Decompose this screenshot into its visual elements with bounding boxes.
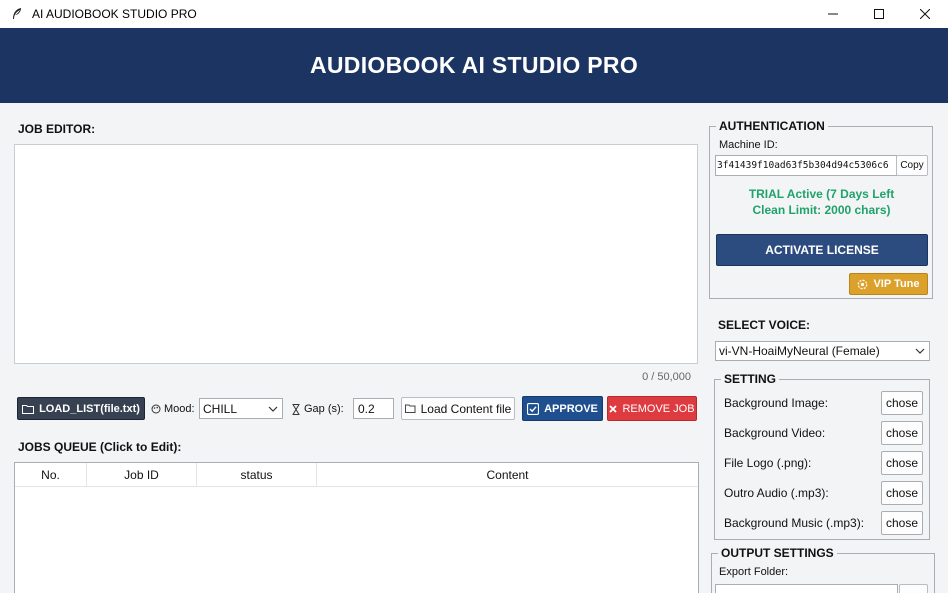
chevron-down-icon [915, 348, 925, 354]
mood-label: Mood: [164, 403, 195, 415]
background-music-chose-button[interactable]: chose [881, 511, 923, 535]
jobs-queue-label: JOBS QUEUE (Click to Edit): [18, 440, 182, 454]
file-logo-chose-button[interactable]: chose [881, 451, 923, 475]
folder-icon [22, 404, 35, 414]
trial-status-line-2: Clean Limit: 2000 chars) [752, 203, 891, 217]
vip-tune-label: VIP Tune [873, 278, 920, 290]
background-music-label: Background Music (.mp3): [724, 516, 865, 530]
load-list-label: LOAD_LIST(file.txt) [39, 402, 140, 415]
copy-button[interactable]: Copy [896, 155, 928, 176]
gap-input[interactable]: 0.2 [353, 398, 394, 419]
load-content-label: Load Content file [420, 401, 512, 416]
close-icon [920, 9, 930, 19]
outro-audio-label: Outro Audio (.mp3): [724, 486, 829, 500]
load-content-button[interactable]: Load Content file [401, 397, 515, 420]
minimize-icon [828, 13, 838, 15]
remove-job-label: REMOVE JOB [622, 402, 695, 415]
activate-license-button[interactable]: ACTIVATE LICENSE [716, 234, 928, 266]
column-header-content[interactable]: Content [317, 463, 698, 486]
remove-job-button[interactable]: REMOVE JOB [607, 396, 697, 421]
hourglass-icon [292, 403, 300, 415]
job-editor-textarea[interactable] [14, 144, 698, 364]
app-banner: AUDIOBOOK AI STUDIO PRO [0, 28, 948, 103]
window-title: AI AUDIOBOOK STUDIO PRO [32, 7, 197, 21]
chevron-down-icon [268, 406, 278, 412]
app-banner-title: AUDIOBOOK AI STUDIO PRO [309, 52, 639, 78]
export-folder-browse-button[interactable] [899, 584, 928, 593]
background-image-label: Background Image: [724, 396, 829, 410]
background-video-label: Background Video: [724, 426, 826, 440]
file-logo-label: File Logo (.png): [724, 456, 812, 470]
close-button[interactable] [902, 0, 948, 28]
export-folder-label: Export Folder: [719, 566, 789, 578]
machine-id-field[interactable]: 3f41439f10ad63f5b304d94c5306c6 [715, 155, 897, 176]
approve-button[interactable]: APPROVE [522, 396, 603, 421]
column-header-status[interactable]: status [197, 463, 317, 486]
column-header-job-id[interactable]: Job ID [87, 463, 197, 486]
open-folder-icon [404, 404, 416, 413]
background-video-chose-button[interactable]: chose [881, 421, 923, 445]
gap-label-group: Gap (s): [292, 401, 344, 417]
job-editor-label: JOB EDITOR: [18, 122, 96, 136]
mood-select[interactable]: CHILL [199, 398, 283, 419]
column-header-no[interactable]: No. [15, 463, 87, 486]
mood-label-group: Mood: [151, 401, 195, 417]
char-count: 0 / 50,000 [642, 371, 691, 383]
select-voice-label: SELECT VOICE: [718, 318, 811, 332]
outro-audio-chose-button[interactable]: chose [881, 481, 923, 505]
gear-icon [857, 279, 868, 290]
background-image-chose-button[interactable]: chose [881, 391, 923, 415]
maximize-icon [874, 9, 884, 19]
authentication-title: AUTHENTICATION [719, 119, 825, 133]
gap-label: Gap (s): [304, 403, 344, 415]
mood-value: CHILL [203, 401, 238, 416]
trial-status-line-1: TRIAL Active (7 Days Left [748, 187, 895, 201]
jobs-queue-table[interactable]: No. Job ID status Content [14, 462, 699, 593]
voice-select[interactable]: vi-VN-HoaiMyNeural (Female) [715, 341, 930, 361]
maximize-button[interactable] [856, 0, 902, 28]
check-box-icon [527, 402, 540, 415]
jobs-queue-header: No. Job ID status Content [15, 463, 698, 487]
minimize-button[interactable] [810, 0, 856, 28]
voice-value: vi-VN-HoaiMyNeural (Female) [719, 344, 880, 358]
setting-title: SETTING [724, 372, 777, 386]
machine-id-label: Machine ID: [719, 139, 778, 151]
output-settings-title: OUTPUT SETTINGS [721, 546, 834, 560]
x-mark-icon [609, 404, 618, 413]
feather-icon [10, 7, 24, 21]
palette-icon [151, 404, 161, 414]
load-list-button[interactable]: LOAD_LIST(file.txt) [17, 397, 145, 420]
vip-tune-button[interactable]: VIP Tune [849, 273, 928, 295]
window-controls [810, 0, 948, 28]
approve-label: APPROVE [544, 402, 598, 415]
export-folder-field[interactable] [715, 584, 898, 593]
window-titlebar: AI AUDIOBOOK STUDIO PRO [0, 0, 948, 28]
